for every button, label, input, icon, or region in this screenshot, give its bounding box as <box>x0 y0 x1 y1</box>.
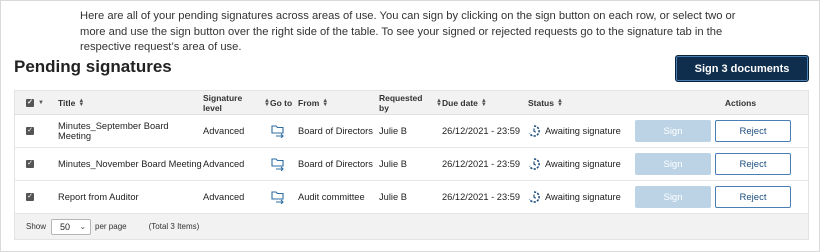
row-from: Audit committee <box>298 192 365 202</box>
column-header-signature-level[interactable]: Signature level ▲ ▼ <box>203 91 270 114</box>
show-label: Show <box>26 222 47 231</box>
row-status: Awaiting signature <box>545 159 621 169</box>
sign-button[interactable]: Sign <box>635 186 711 208</box>
page-size-value: 50 <box>60 221 71 232</box>
reject-button[interactable]: Reject <box>715 120 791 142</box>
column-header-status[interactable]: Status ▲ ▼ <box>528 91 633 114</box>
table-row: ✓ Report from Auditor Advanced Audit com… <box>15 181 808 214</box>
sign-button[interactable]: Sign <box>635 153 711 175</box>
row-signature-level: Advanced <box>203 126 245 136</box>
row-due-date: 26/12/2021 - 23:59 <box>442 126 521 136</box>
row-title: Report from Auditor <box>58 192 139 202</box>
column-actions-label: Actions <box>724 97 757 108</box>
pending-clock-icon <box>528 125 540 137</box>
table-footer: Show 50 ⌄ per page (Total 3 Items) <box>15 214 808 239</box>
column-title-label: Title <box>58 97 76 108</box>
checkbox-checked-icon[interactable]: ✓ <box>26 98 34 107</box>
sort-icon[interactable]: ▲ ▼ <box>322 98 328 108</box>
signatures-table: ✓ ▼ Title ▲ ▼ Signature level ▲ ▼ Go to Fr… <box>14 90 809 240</box>
row-checkbox[interactable]: ✓ <box>26 160 34 168</box>
row-requested-by: Julie B <box>379 126 407 136</box>
reject-button[interactable]: Reject <box>715 153 791 175</box>
sign-selected-button[interactable]: Sign 3 documents <box>675 55 809 82</box>
row-requested-by: Julie B <box>379 192 407 202</box>
folder-arrow-icon[interactable] <box>270 157 286 171</box>
column-requested-by-label: Requested by <box>379 92 423 113</box>
page-title: Pending signatures <box>14 57 172 76</box>
column-header-requested-by[interactable]: Requested by ▲ ▼ <box>379 91 442 114</box>
chevron-down-icon: ⌄ <box>79 222 87 231</box>
sort-icon[interactable]: ▲ ▼ <box>557 98 563 108</box>
row-due-date: 26/12/2021 - 23:59 <box>442 159 521 169</box>
column-header-due-date[interactable]: Due date ▲ ▼ <box>442 91 528 114</box>
column-header-title[interactable]: Title ▲ ▼ <box>55 91 203 114</box>
row-status: Awaiting signature <box>545 126 621 136</box>
row-checkbox[interactable]: ✓ <box>26 193 34 201</box>
column-header-go-to: Go to <box>270 91 298 114</box>
column-due-date-label: Due date <box>442 97 478 108</box>
column-status-label: Status <box>528 97 554 108</box>
row-from: Board of Directors <box>298 126 373 136</box>
column-from-label: From <box>298 97 320 108</box>
row-signature-level: Advanced <box>203 192 245 202</box>
intro-text: Here are all of your pending signatures … <box>80 10 736 53</box>
sort-icon[interactable]: ▲ ▼ <box>481 98 487 108</box>
row-requested-by: Julie B <box>379 159 407 169</box>
row-status: Awaiting signature <box>545 192 621 202</box>
sort-icon[interactable]: ▲ ▼ <box>78 98 84 108</box>
row-title: Minutes_September Board Meeting <box>58 121 169 141</box>
table-row: ✓ Minutes_September Board Meeting Advanc… <box>15 115 808 148</box>
select-all-control[interactable]: ✓ ▼ <box>15 91 55 114</box>
table-header: ✓ ▼ Title ▲ ▼ Signature level ▲ ▼ Go to Fr… <box>15 91 808 115</box>
column-go-to-label: Go to <box>270 97 293 108</box>
row-title: Minutes_November Board Meeting <box>58 159 202 169</box>
folder-arrow-icon[interactable] <box>270 124 286 138</box>
row-checkbox[interactable]: ✓ <box>26 127 34 135</box>
chevron-down-icon[interactable]: ▼ <box>38 100 44 106</box>
table-row: ✓ Minutes_November Board Meeting Advance… <box>15 148 808 181</box>
sign-button[interactable]: Sign <box>635 120 711 142</box>
page-size-select[interactable]: 50 ⌄ <box>51 218 92 235</box>
column-header-from[interactable]: From ▲ ▼ <box>298 91 379 114</box>
total-items-label: (Total 3 Items) <box>148 222 200 231</box>
reject-button[interactable]: Reject <box>715 186 791 208</box>
pending-clock-icon <box>528 158 540 170</box>
row-due-date: 26/12/2021 - 23:59 <box>442 192 521 202</box>
per-page-label: per page <box>95 222 127 231</box>
folder-arrow-icon[interactable] <box>270 190 286 204</box>
row-from: Board of Directors <box>298 159 373 169</box>
column-header-actions: Actions <box>633 91 808 114</box>
column-signature-level-label: Signature level <box>203 92 243 113</box>
pending-clock-icon <box>528 191 540 203</box>
row-signature-level: Advanced <box>203 159 245 169</box>
